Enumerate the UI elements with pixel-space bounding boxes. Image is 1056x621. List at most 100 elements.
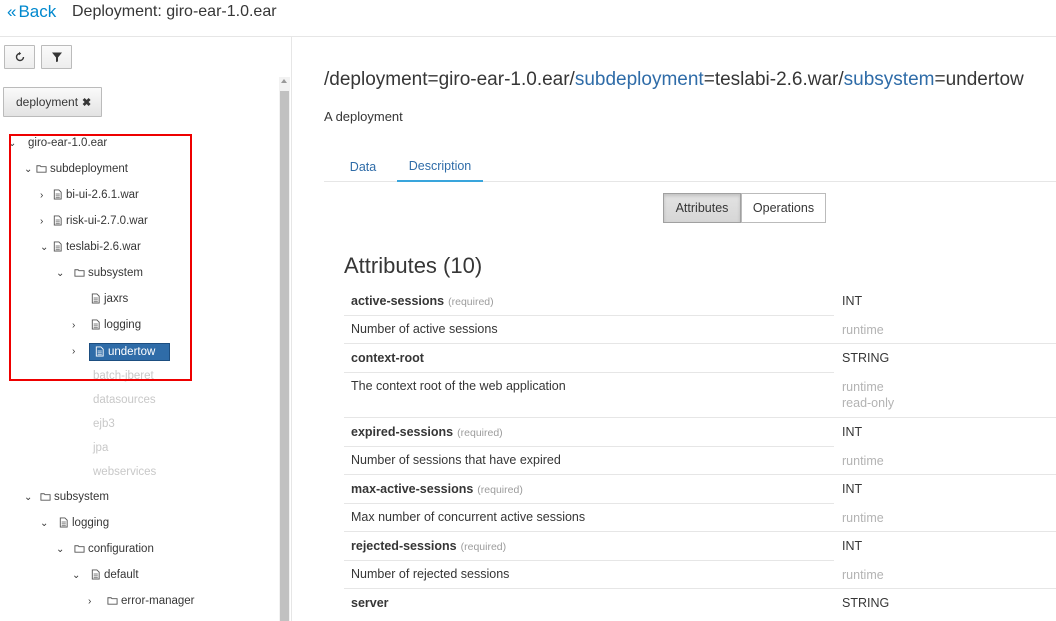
attribute-meta: runtime — [842, 453, 884, 469]
tree-node-label: bi-ui-2.6.1.war — [66, 189, 139, 201]
chevron-down-icon[interactable]: ⌄ — [72, 570, 90, 581]
tree-node-webservices[interactable]: webservices — [93, 462, 156, 482]
tree-node-label: giro-ear-1.0.ear — [28, 137, 108, 149]
attribute-row: rejected-sessions (required) INT Number o… — [344, 532, 1056, 589]
attributes-toggle-button[interactable]: Attributes — [663, 193, 741, 223]
file-icon — [90, 569, 102, 581]
tree-node-jaxrs[interactable]: jaxrs — [90, 289, 128, 309]
row-divider — [344, 446, 834, 447]
attributes-heading: Attributes (10) — [344, 253, 483, 278]
chevron-right-icon[interactable]: › — [72, 320, 90, 331]
tree-node-label: subsystem — [88, 267, 143, 279]
tree-node-risk-ui[interactable]: › risk-ui-2.7.0.war — [40, 211, 148, 231]
chevron-right-icon[interactable]: › — [72, 346, 89, 357]
attribute-type: INT — [842, 425, 863, 439]
tree-node-label: teslabi-2.6.war — [66, 241, 141, 253]
chevron-down-icon[interactable]: ⌄ — [40, 242, 52, 253]
meta-read-only: read-only — [842, 396, 895, 410]
back-link[interactable]: «Back — [7, 2, 56, 22]
attribute-row: server STRING — [344, 589, 1056, 621]
folder-icon — [107, 595, 119, 607]
address-segment: =teslabi-2.6.war/ — [703, 69, 844, 90]
attribute-name-text: server — [351, 596, 389, 610]
address-segment: =undertow — [934, 69, 1024, 90]
tree-node-datasources[interactable]: datasources — [93, 390, 156, 410]
tree-node-root[interactable]: ⌄ giro-ear-1.0.ear — [8, 133, 107, 153]
attribute-row: context-root STRING The context root of … — [344, 344, 1056, 418]
tree-node-subsystem[interactable]: ⌄ subsystem — [56, 263, 143, 283]
tree-node-label: datasources — [93, 394, 156, 406]
attribute-description: Max number of concurrent active sessions — [351, 510, 586, 524]
refresh-icon — [15, 51, 24, 62]
tree-node-label: logging — [104, 319, 142, 331]
row-divider — [344, 560, 834, 561]
tree-node-label: batch-jberet — [93, 370, 154, 382]
tree-node-label: error-manager — [121, 595, 195, 607]
tree-node-default[interactable]: ⌄ default — [72, 565, 139, 585]
chevron-down-icon[interactable]: ⌄ — [24, 492, 36, 503]
chevron-down-icon[interactable]: ⌄ — [24, 164, 36, 175]
tree-node-label: ejb3 — [93, 418, 115, 430]
attributes-table: active-sessions (required) INT Number of … — [344, 287, 1056, 621]
tree-node-undertow[interactable]: › undertow — [72, 340, 171, 363]
attribute-type: INT — [842, 294, 863, 308]
tree-node-label: default — [104, 569, 139, 581]
tree-node-configuration[interactable]: ⌄ configuration — [56, 539, 154, 559]
tree-node-logging[interactable]: › logging — [72, 315, 141, 335]
back-label: Back — [18, 2, 57, 21]
scroll-up-icon[interactable] — [281, 79, 287, 83]
tab-description[interactable]: Description — [397, 151, 483, 182]
row-divider — [344, 372, 834, 373]
attribute-description: Number of active sessions — [351, 322, 498, 336]
tree-node-bi-ui[interactable]: › bi-ui-2.6.1.war — [40, 185, 139, 205]
tree-scrollbar[interactable] — [279, 77, 290, 621]
tree-node-label: undertow — [108, 345, 156, 358]
operations-toggle-button[interactable]: Operations — [741, 193, 826, 223]
tree-node-batch-jberet[interactable]: batch-jberet — [93, 366, 154, 386]
file-icon — [90, 293, 102, 305]
required-label: (required) — [457, 427, 503, 439]
tree-node-jpa[interactable]: jpa — [93, 438, 108, 458]
chevron-down-icon[interactable]: ⌄ — [56, 268, 68, 279]
chevron-down-icon[interactable]: ⌄ — [56, 544, 68, 555]
meta-runtime: runtime — [842, 380, 884, 394]
chevron-down-icon[interactable]: ⌄ — [40, 518, 58, 529]
row-divider — [344, 503, 834, 504]
chevron-right-icon[interactable]: › — [40, 190, 52, 201]
tree-node-error-manager[interactable]: › error-manager — [88, 591, 195, 611]
deployment-filter-chip[interactable]: deployment ✖ — [3, 87, 103, 117]
filter-button[interactable] — [41, 45, 72, 69]
tree-node-label: logging — [72, 517, 110, 529]
selected-node-label[interactable]: undertow — [89, 342, 171, 361]
attribute-row: expired-sessions (required) INT Number of… — [344, 418, 1056, 475]
detail-panel: /deployment=giro-ear-1.0.ear/subdeployme… — [293, 37, 1056, 621]
tree-node-ejb3[interactable]: ejb3 — [93, 414, 115, 434]
tab-data[interactable]: Data — [335, 151, 391, 182]
attribute-type: STRING — [842, 596, 890, 610]
chevron-right-icon[interactable]: › — [88, 596, 107, 607]
remove-filter-icon[interactable]: ✖ — [82, 96, 91, 109]
folder-icon — [40, 491, 52, 503]
folder-icon — [74, 543, 86, 555]
attribute-meta: runtime read-only — [842, 379, 894, 411]
attribute-type: STRING — [842, 351, 890, 365]
tree-node-subdeployment[interactable]: ⌄ subdeployment — [24, 159, 128, 179]
tree-node-teslabi[interactable]: ⌄ teslabi-2.6.war — [40, 237, 141, 257]
tree-node-label: jaxrs — [104, 293, 129, 305]
address-link-subdeployment[interactable]: subdeployment — [575, 69, 704, 90]
attribute-meta: runtime — [842, 510, 884, 526]
address-link-subsystem[interactable]: subsystem — [844, 69, 935, 90]
attribute-name-text: context-root — [351, 351, 424, 365]
tree-node-subsystem-2[interactable]: ⌄ subsystem — [24, 487, 109, 507]
double-chevron-left-icon: « — [7, 2, 17, 21]
filter-icon — [51, 52, 62, 62]
meta-runtime: runtime — [842, 454, 884, 468]
refresh-button[interactable] — [4, 45, 35, 69]
chevron-right-icon[interactable]: › — [40, 216, 52, 227]
tree-node-label: risk-ui-2.7.0.war — [66, 215, 148, 227]
scroll-thumb[interactable] — [280, 91, 289, 621]
chevron-down-icon[interactable]: ⌄ — [8, 138, 20, 149]
tree-node-logging-2[interactable]: ⌄ logging — [40, 513, 109, 533]
page-title: Deployment: giro-ear-1.0.ear — [72, 3, 277, 20]
file-icon — [52, 215, 64, 227]
